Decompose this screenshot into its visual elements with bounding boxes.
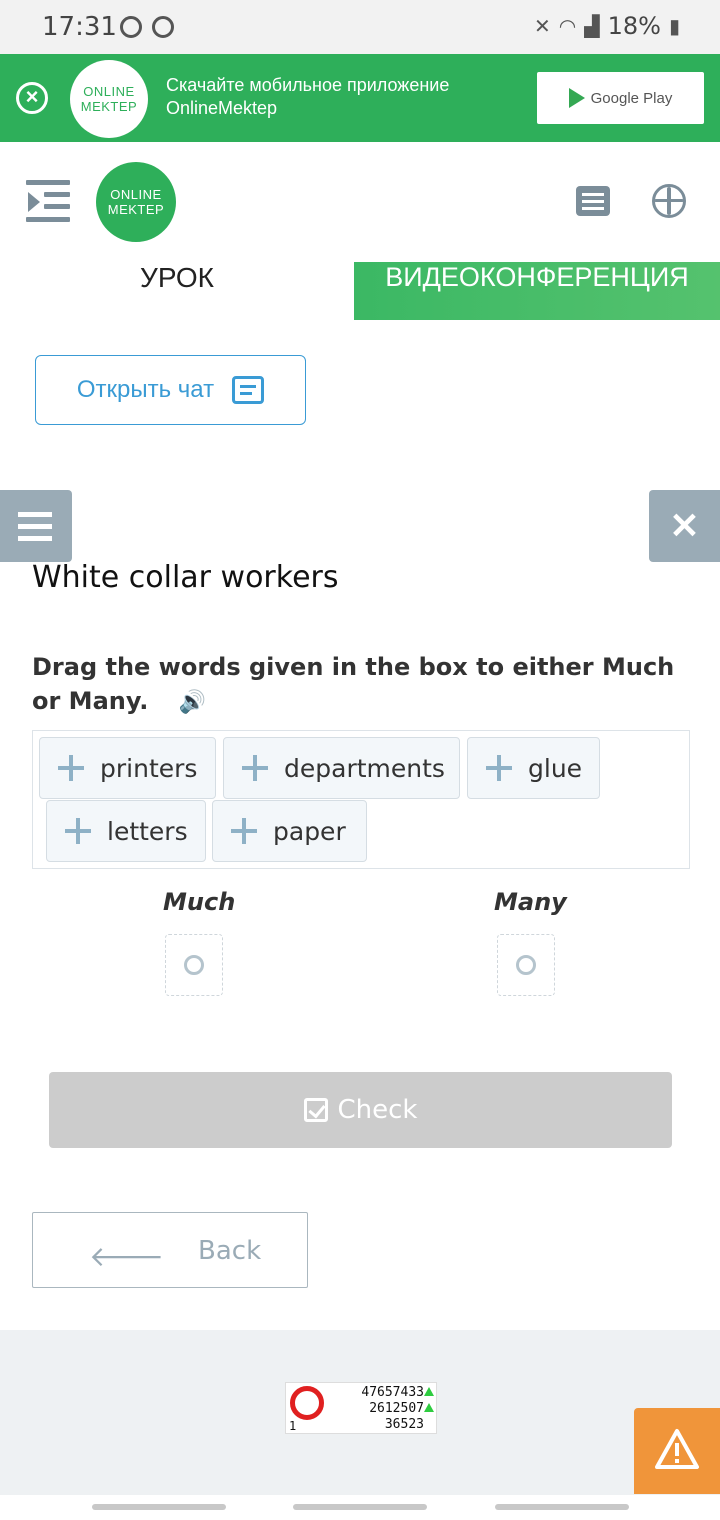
move-icon [486,755,512,781]
counter-logo-icon [290,1386,324,1420]
warning-icon [655,1429,699,1469]
system-nav-bar [0,1495,720,1520]
indent-icon [28,192,40,212]
chrome-icon [120,16,142,38]
exercise-menu-button[interactable] [0,490,72,562]
google-play-button[interactable]: Google Play [537,72,704,124]
drop-zone-many[interactable] [497,934,555,996]
arrow-left-icon: 🡐 [89,1240,165,1273]
back-label: Back [198,1236,262,1266]
app-promo-banner: × ONLINE MEKTEP Скачайте мобильное прило… [0,54,720,142]
counter-corner: 1 [289,1419,297,1433]
checkbox-icon [303,1098,328,1122]
word-label: glue [528,753,583,783]
globe-icon[interactable] [652,184,686,218]
target-icon [516,955,536,975]
word-label: letters [107,816,188,846]
visit-counter[interactable]: 1 47657433 2612507 36523 [285,1382,437,1434]
word-label: departments [284,753,445,783]
logo-line2: MEKTEP [107,202,165,217]
move-icon [58,755,84,781]
counter-line1: 47657433 [361,1385,424,1400]
word-chip[interactable]: printers [39,737,216,799]
online-mektep-logo[interactable]: ONLINE MEKTEP [96,162,176,242]
open-chat-button[interactable]: Открыть чат [35,355,306,425]
target-icon [184,955,204,975]
logo-line1: ONLINE [110,187,162,202]
list-icon[interactable] [576,186,610,216]
up-arrow-icon [424,1403,434,1412]
speaker-icon[interactable]: 🔊 [179,686,206,720]
whatsapp-icon [152,16,174,38]
move-icon [65,818,91,844]
google-play-icon [568,88,585,108]
status-bar: 17:31 ✕ ◠ ▟ 18% ▮ [0,0,720,54]
word-label: paper [273,816,346,846]
close-icon[interactable]: × [16,82,48,114]
counter-line3: 36523 [384,1417,424,1432]
logo-line1: ONLINE [83,84,135,99]
chat-icon [232,376,265,404]
instruction-text: Drag the words given in the box to eithe… [32,653,675,715]
promo-text: Скачайте мобильное приложение OnlineMekt… [166,75,450,118]
online-mektep-logo: ONLINE MEKTEP [70,60,148,138]
nav-recents-handle[interactable] [92,1504,226,1510]
mute-icon: ✕ [534,14,551,38]
google-play-label: Google Play [590,89,673,107]
open-chat-label: Открыть чат [76,376,215,403]
word-chip[interactable]: departments [223,737,460,799]
nav-back-handle[interactable] [495,1504,629,1510]
tab-lesson[interactable]: УРОК [0,262,354,320]
zone-label-many: Many [494,888,567,916]
word-chip[interactable]: glue [467,737,600,799]
move-icon [231,818,257,844]
battery-icon: ▮ [668,14,680,38]
up-arrow-icon [424,1387,434,1396]
status-time: 17:31 [42,12,117,42]
signal-icon: ▟ [584,14,600,38]
wifi-icon: ◠ [558,14,577,38]
word-bank: printers departments glue letters paper [32,730,690,869]
page-title: White collar workers [32,560,339,595]
tab-videoconference[interactable]: ВИДЕОКОНФЕРЕНЦИЯ [354,262,720,320]
close-exercise-button[interactable]: ✕ [649,490,720,562]
word-chip[interactable]: letters [46,800,206,862]
counter-line2: 2612507 [369,1401,424,1416]
nav-home-handle[interactable] [293,1504,427,1510]
word-label: printers [100,753,198,783]
move-icon [242,755,268,781]
check-button[interactable]: Check [49,1072,672,1148]
report-problem-button[interactable] [634,1408,720,1494]
word-chip[interactable]: paper [212,800,367,862]
battery-percent: 18% [607,12,661,40]
check-label: Check [337,1095,418,1125]
status-indicators: ✕ ◠ ▟ 18% ▮ [534,12,680,40]
back-button[interactable]: 🡐 Back [32,1212,308,1288]
logo-line2: MEKTEP [80,99,138,114]
sidebar-toggle-button[interactable] [26,180,72,224]
exercise-instruction: Drag the words given in the box to eithe… [32,650,682,720]
zone-label-much: Much [163,888,236,916]
drop-zone-much[interactable] [165,934,223,996]
